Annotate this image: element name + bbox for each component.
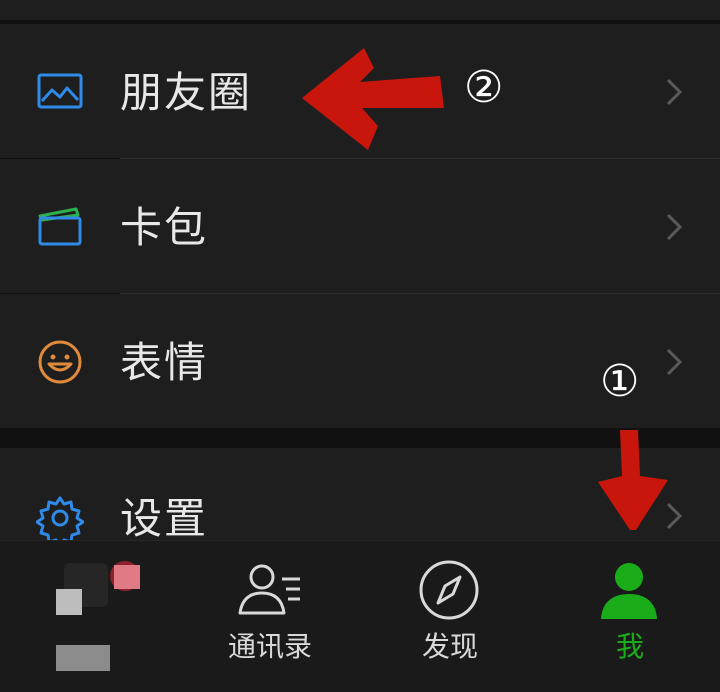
card-wallet-icon [36, 203, 84, 251]
tab-label: 我 [615, 630, 644, 663]
contacts-icon [236, 559, 300, 621]
tab-me[interactable]: 我 [540, 541, 720, 692]
menu-item-label: 朋友圈 [120, 68, 253, 117]
tab-contacts[interactable]: 通讯录 [180, 541, 360, 692]
chevron-right-icon [664, 211, 684, 243]
moments-image-icon [36, 68, 84, 116]
annotation-step-2: ② [464, 62, 504, 113]
menu-item-label: 卡包 [120, 203, 209, 252]
chevron-right-icon [664, 500, 684, 532]
chevron-right-icon [664, 76, 684, 108]
chevron-right-icon [664, 346, 684, 378]
blurred-chat-icon [56, 559, 146, 677]
smiley-face-icon [36, 338, 84, 386]
person-icon [598, 559, 660, 621]
menu-item-moments[interactable]: 朋友圈 [0, 24, 720, 158]
tab-label: 发现 [421, 630, 478, 663]
tab-discover[interactable]: 发现 [360, 541, 540, 692]
compass-icon [418, 559, 480, 621]
menu-item-label: 表情 [120, 338, 209, 387]
bottom-tab-bar: 通讯录 发现 我 [0, 540, 720, 692]
discover-menu: 朋友圈 卡包 表情 设置 [0, 0, 720, 582]
tab-chats[interactable] [8, 541, 188, 692]
annotation-step-1: ① [600, 356, 640, 407]
menu-item-card-wallet[interactable]: 卡包 [0, 159, 720, 293]
gear-icon [35, 494, 85, 548]
top-strip [0, 0, 720, 20]
menu-item-label: 设置 [120, 494, 209, 543]
tab-label: 通讯录 [227, 630, 312, 663]
